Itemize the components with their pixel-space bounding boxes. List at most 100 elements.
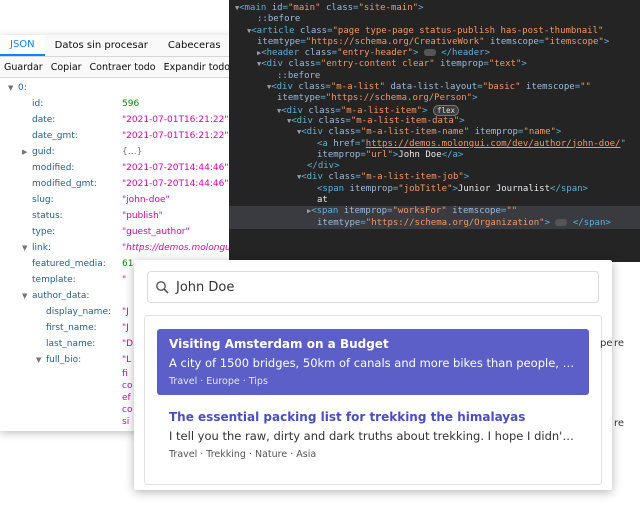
json-value: "https://demos.molongui bbox=[122, 243, 234, 253]
json-key: modified: bbox=[32, 163, 75, 173]
json-key: first_name: bbox=[46, 323, 97, 333]
json-key: last_name: bbox=[46, 339, 96, 349]
json-value: "guest_author" bbox=[122, 227, 190, 237]
json-value: "J bbox=[122, 307, 129, 317]
json-value: "2021-07-20T14:44:46" bbox=[122, 179, 229, 189]
dom-pseudo-before-2[interactable]: ::before bbox=[229, 71, 640, 82]
collapse-all-button[interactable]: Contraer todo bbox=[86, 62, 160, 73]
dom-text-at[interactable]: at bbox=[229, 195, 640, 206]
json-value: 61 bbox=[122, 259, 134, 269]
json-key: author_data: bbox=[32, 291, 90, 301]
ellipsis-icon[interactable] bbox=[423, 49, 436, 57]
json-row[interactable]: ▼ 0: bbox=[0, 80, 242, 96]
json-row[interactable]: status: "publish" bbox=[0, 208, 242, 224]
json-row[interactable]: date: "2021-07-01T16:21:22" bbox=[0, 112, 242, 128]
tab-raw-data[interactable]: Datos sin procesar bbox=[45, 35, 158, 56]
result-tags: Travel · Trekking · Nature · Asia bbox=[169, 449, 317, 460]
dom-node-m-a-list[interactable]: ▼<div class="m-a-list" data-list-layout=… bbox=[229, 82, 640, 93]
collapsed-triangle-icon[interactable]: ▶ bbox=[22, 148, 27, 156]
search-icon bbox=[148, 280, 176, 294]
expanded-triangle-icon[interactable]: ▼ bbox=[22, 244, 27, 252]
dom-node-article-attrs: itemtype="https://schema.org/CreativeWor… bbox=[257, 36, 610, 47]
expand-all-button[interactable]: Expandir todo bbox=[160, 62, 234, 73]
json-key: type: bbox=[32, 227, 56, 237]
json-value: "publish" bbox=[122, 211, 163, 221]
json-row[interactable]: type: "guest_author" bbox=[0, 224, 242, 240]
json-key: date: bbox=[32, 115, 56, 125]
json-row[interactable]: modified: "2021-07-20T14:44:46" bbox=[0, 160, 242, 176]
dom-node-span-jobtitle[interactable]: <span itemprop="jobTitle">Junior Journal… bbox=[229, 184, 640, 195]
json-key: id: bbox=[32, 99, 44, 109]
json-value-fragment: co bbox=[122, 405, 133, 415]
ellipsis-icon[interactable] bbox=[555, 218, 568, 226]
dom-node-author-link[interactable]: <a href="https://demos.molongui.com/dev/… bbox=[229, 139, 640, 150]
background-text-fragment: re bbox=[614, 338, 625, 349]
dom-node-main[interactable]: ▼<main id="main" class="site-main"> bbox=[229, 3, 640, 14]
json-key: featured_media: bbox=[32, 259, 106, 269]
result-description: A city of 1500 bridges, 50km of canals a… bbox=[169, 356, 577, 370]
json-key: date_gmt: bbox=[32, 131, 78, 141]
dom-node-item-job[interactable]: ▼<div class="m-a-list-item-job"> bbox=[229, 172, 640, 183]
copy-button[interactable]: Copiar bbox=[47, 62, 86, 73]
dom-node-m-a-list-attrs: itemtype="https://schema.org/Person"> bbox=[277, 93, 478, 104]
background-text-fragment: re bbox=[614, 418, 625, 429]
dom-node-entry-content[interactable]: ▼<div class="entry-content clear" itempr… bbox=[229, 59, 640, 70]
flex-badge[interactable]: flex bbox=[432, 104, 460, 116]
json-value: "J bbox=[122, 323, 129, 333]
json-value-fragment: fi bbox=[122, 369, 128, 379]
json-row[interactable]: ▶ guid: {…} bbox=[0, 144, 242, 160]
json-value: {…} bbox=[122, 147, 143, 157]
dom-node-header[interactable]: ▶<header class="entry-header"> </header> bbox=[229, 48, 640, 59]
dom-node-span-worksfor-attrs: itemtype="https://schema.org/Organizatio… bbox=[229, 217, 640, 229]
json-value: "2021-07-01T16:21:22" bbox=[122, 115, 229, 125]
dom-node-span-worksfor[interactable]: ▶<span itemprop="worksFor" itemscope="" bbox=[229, 206, 640, 218]
json-value: " bbox=[122, 275, 127, 285]
json-key: link: bbox=[32, 243, 51, 253]
json-value: "L bbox=[122, 355, 132, 365]
dom-node-author-link-attrs: itemprop="url">John Doe</a> bbox=[317, 149, 464, 160]
author-href-link[interactable]: https://demos.molongui.com/dev/author/jo… bbox=[366, 139, 621, 149]
json-key: slug: bbox=[32, 195, 54, 205]
json-value: "2021-07-01T16:21:22" bbox=[122, 131, 229, 141]
tab-json[interactable]: JSON bbox=[0, 35, 45, 56]
json-key: guid: bbox=[32, 147, 55, 157]
tab-headers[interactable]: Cabeceras bbox=[158, 35, 231, 56]
json-row[interactable]: date_gmt: "2021-07-01T16:21:22" bbox=[0, 128, 242, 144]
search-input[interactable]: John Doe bbox=[147, 271, 599, 303]
dom-node-article[interactable]: ▼<article class="page type-page status-p… bbox=[229, 26, 640, 37]
json-value-fragment: ef bbox=[122, 393, 131, 403]
search-panel: John Doe Visiting Amsterdam on a Budget … bbox=[134, 260, 612, 490]
result-tags: Travel · Europe · Tips bbox=[169, 376, 268, 387]
dom-node-div-close: </div> bbox=[307, 161, 340, 172]
json-value: 596 bbox=[122, 99, 140, 109]
json-row[interactable]: id: 596 bbox=[0, 96, 242, 112]
json-value: "D bbox=[122, 339, 134, 349]
dom-node-item-name[interactable]: ▼<div class="m-a-list-item-name" itempro… bbox=[229, 127, 640, 138]
json-row[interactable]: modified_gmt: "2021-07-20T14:44:46" bbox=[0, 176, 242, 192]
json-key: template: bbox=[32, 275, 76, 285]
json-key: 0: bbox=[18, 83, 27, 93]
result-title: Visiting Amsterdam on a Budget bbox=[169, 337, 389, 351]
dom-node-m-a-list-item-data[interactable]: ▼<div class="m-a-list-item-data"> bbox=[229, 116, 640, 127]
expanded-triangle-icon[interactable]: ▼ bbox=[36, 356, 41, 364]
dom-pseudo-before[interactable]: ::before bbox=[229, 14, 640, 25]
expanded-triangle-icon[interactable]: ▼ bbox=[22, 292, 27, 300]
search-query-text: John Doe bbox=[176, 279, 235, 295]
json-toolbar: Guardar Copiar Contraer todo Expandir to… bbox=[0, 57, 242, 78]
json-key: full_bio: bbox=[46, 355, 82, 365]
background-text-fragment: pe bbox=[600, 338, 613, 349]
dom-node-m-a-list-item[interactable]: ▼<div class="m-a-list-item"> flex bbox=[229, 104, 640, 116]
json-key: status: bbox=[32, 211, 63, 221]
devtools-elements-panel: ▼<main id="main" class="site-main"> ::be… bbox=[229, 0, 640, 262]
search-result-item[interactable]: The essential packing list for trekking … bbox=[157, 402, 589, 468]
search-results-list: Visiting Amsterdam on a Budget A city of… bbox=[144, 315, 602, 485]
json-key: display_name: bbox=[46, 307, 112, 317]
result-description: I tell you the raw, dirty and dark truth… bbox=[169, 429, 577, 443]
expanded-triangle-icon[interactable]: ▼ bbox=[8, 84, 13, 92]
search-result-item[interactable]: Visiting Amsterdam on a Budget A city of… bbox=[157, 329, 589, 395]
save-button[interactable]: Guardar bbox=[0, 62, 47, 73]
json-row[interactable]: slug: "john-doe" bbox=[0, 192, 242, 208]
json-key: modified_gmt: bbox=[32, 179, 97, 189]
json-value: "2021-07-20T14:44:46" bbox=[122, 163, 229, 173]
json-row[interactable]: ▼ link: "https://demos.molongui bbox=[0, 240, 242, 256]
